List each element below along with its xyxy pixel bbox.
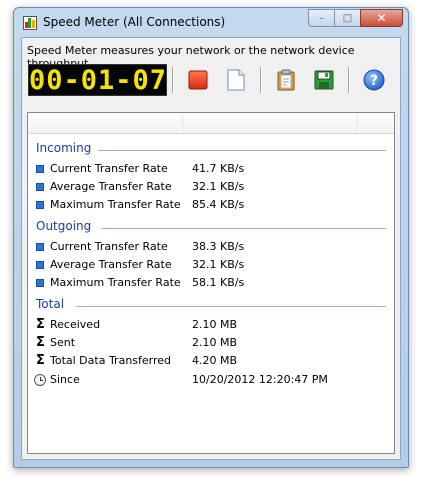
stop-icon — [188, 70, 208, 90]
toolbar-separator — [260, 67, 262, 93]
list-item: Average Transfer Rate 32.1 KB/s — [36, 178, 386, 195]
bullet-icon — [36, 164, 44, 173]
list-item: Current Transfer Rate 38.3 KB/s — [36, 238, 386, 255]
row-value: 85.4 KB/s — [192, 198, 245, 211]
help-button[interactable]: ? — [362, 68, 386, 92]
bullet-icon — [36, 200, 44, 209]
close-icon: ✕ — [376, 11, 387, 25]
list-item: Current Transfer Rate 41.7 KB/s — [36, 160, 386, 177]
list-item: Since 10/20/2012 12:20:47 PM — [34, 371, 386, 388]
stop-button[interactable] — [186, 68, 210, 92]
list-item: Maximum Transfer Rate 85.4 KB/s — [36, 196, 386, 213]
new-button[interactable] — [224, 68, 248, 92]
row-value: 4.20 MB — [192, 354, 238, 367]
row-label: Total Data Transferred — [50, 354, 172, 367]
minimize-icon: – — [319, 12, 324, 24]
toolbar-separator — [172, 67, 174, 93]
save-button[interactable] — [312, 68, 336, 92]
title-bar[interactable]: Speed Meter (All Connections) – □ ✕ — [14, 8, 408, 36]
group-title-outgoing: Outgoing — [36, 219, 92, 233]
elapsed-timer-display: 00-01-07 — [28, 64, 167, 96]
group-title-incoming: Incoming — [36, 141, 92, 155]
row-label: Average Transfer Rate — [50, 258, 172, 271]
row-label: Current Transfer Rate — [50, 162, 168, 175]
help-icon: ? — [363, 69, 385, 91]
toolbar: 00-01-07 ? — [28, 63, 394, 97]
close-button[interactable]: ✕ — [360, 9, 403, 27]
row-value: 2.10 MB — [192, 318, 238, 331]
maximize-icon: □ — [342, 12, 353, 24]
app-bar-chart-icon — [23, 16, 37, 30]
list-item: Maximum Transfer Rate 58.1 KB/s — [36, 274, 386, 291]
minimize-button[interactable]: – — [308, 9, 334, 27]
group-divider — [101, 228, 386, 229]
toolbar-separator — [348, 67, 350, 93]
list-item: Σ Total Data Transferred 4.20 MB — [36, 352, 386, 369]
floppy-disk-icon — [314, 70, 334, 90]
window-title: Speed Meter (All Connections) — [43, 15, 226, 29]
list-item: Average Transfer Rate 32.1 KB/s — [36, 256, 386, 273]
clipboard-icon — [277, 69, 295, 91]
row-value: 41.7 KB/s — [192, 162, 245, 175]
row-label: Sent — [50, 336, 76, 349]
sigma-icon: Σ — [36, 353, 45, 368]
list-item: Σ Received 2.10 MB — [36, 316, 386, 333]
list-header — [28, 113, 394, 134]
caption-buttons: – □ ✕ — [308, 9, 403, 27]
row-label: Current Transfer Rate — [50, 240, 168, 253]
sigma-icon: Σ — [36, 317, 45, 332]
speed-meter-window: Speed Meter (All Connections) – □ ✕ Spee… — [13, 7, 409, 468]
clock-icon — [34, 373, 46, 386]
maximize-button[interactable]: □ — [334, 9, 360, 27]
row-label: Average Transfer Rate — [50, 180, 172, 193]
bullet-icon — [36, 260, 44, 269]
list-item: Σ Sent 2.10 MB — [36, 334, 386, 351]
row-value: 2.10 MB — [192, 336, 238, 349]
bullet-icon — [36, 278, 44, 287]
row-label: Received — [50, 318, 101, 331]
row-value: 32.1 KB/s — [192, 180, 245, 193]
sigma-icon: Σ — [36, 335, 45, 350]
row-value: 10/20/2012 12:20:47 PM — [192, 373, 328, 386]
svg-text:?: ? — [370, 73, 378, 89]
row-label: Since — [50, 373, 80, 386]
copy-button[interactable] — [274, 68, 298, 92]
row-label: Maximum Transfer Rate — [50, 198, 181, 211]
group-divider — [98, 150, 386, 151]
row-label: Maximum Transfer Rate — [50, 276, 181, 289]
group-divider — [76, 306, 386, 307]
row-value: 58.1 KB/s — [192, 276, 245, 289]
row-value: 38.3 KB/s — [192, 240, 245, 253]
row-value: 32.1 KB/s — [192, 258, 245, 271]
bullet-icon — [36, 242, 44, 251]
bullet-icon — [36, 182, 44, 191]
statistics-list[interactable]: Incoming Current Transfer Rate 41.7 KB/s… — [27, 112, 395, 454]
client-area: Speed Meter measures your network or the… — [21, 37, 401, 460]
column-header-1[interactable] — [28, 115, 183, 131]
column-header-2[interactable] — [183, 115, 358, 131]
new-document-icon — [227, 69, 245, 91]
group-title-total: Total — [36, 297, 65, 311]
